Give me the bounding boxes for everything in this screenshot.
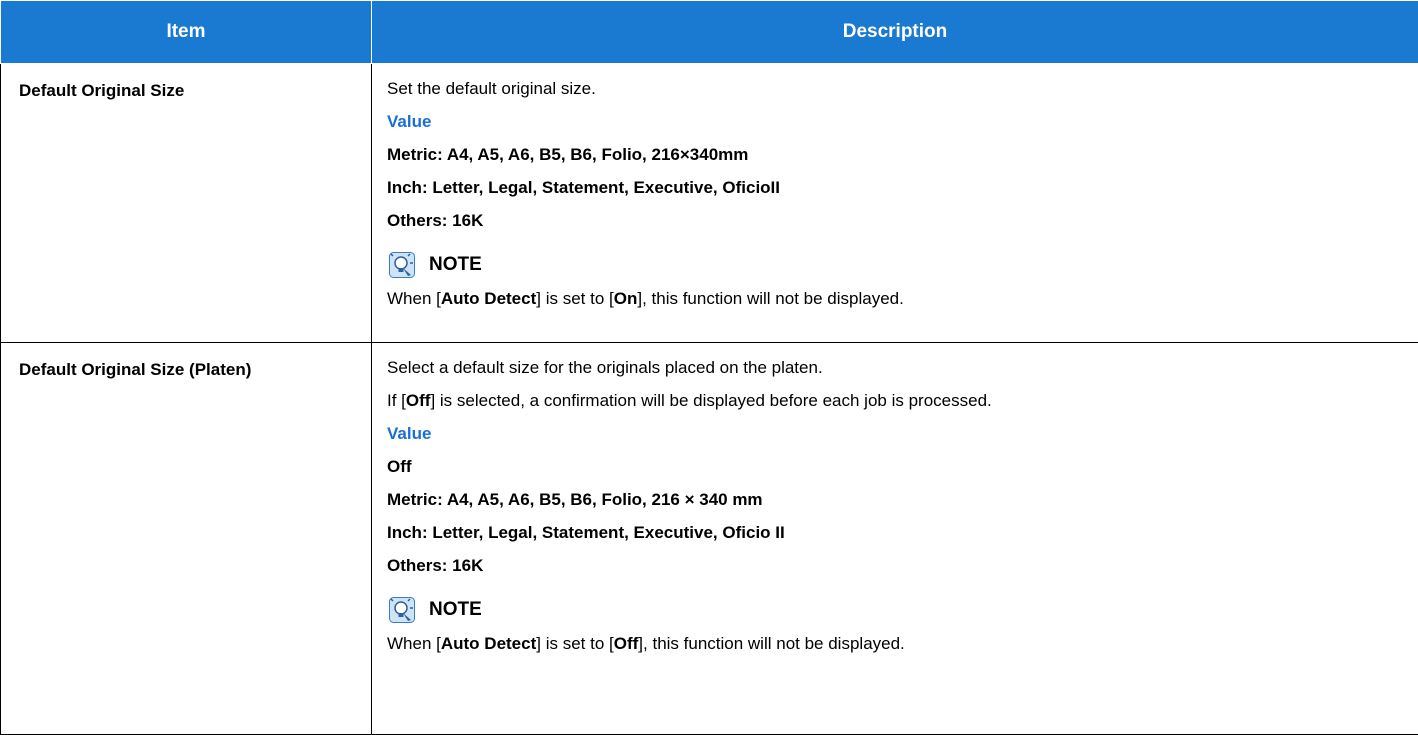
key-off: Off xyxy=(406,391,431,410)
note-text: When [Auto Detect] is set to [Off], this… xyxy=(387,633,1418,655)
column-header-description: Description xyxy=(372,1,1418,64)
note-text: When [Auto Detect] is set to [On], this … xyxy=(387,288,1418,310)
table-row: Default Original Size Set the default or… xyxy=(1,64,1418,343)
state-label: On xyxy=(614,289,638,308)
settings-document: Item Description Default Original Size S… xyxy=(0,0,1418,733)
lightbulb-note-icon xyxy=(389,597,415,623)
item-name: Default Original Size xyxy=(1,64,372,343)
value-option: Metric: A4, A5, A6, B5, B6, Folio, 216×3… xyxy=(387,144,1418,177)
settings-table: Item Description Default Original Size S… xyxy=(0,0,1418,735)
state-label: Off xyxy=(614,634,639,653)
column-header-item: Item xyxy=(1,1,372,64)
description-text: Set the default original size. xyxy=(387,78,1418,111)
table-row: Default Original Size (Platen) Select a … xyxy=(1,343,1418,735)
value-option: Others: 16K xyxy=(387,210,1418,243)
value-option: Metric: A4, A5, A6, B5, B6, Folio, 216 ×… xyxy=(387,489,1418,522)
note-header: NOTE xyxy=(387,591,1418,629)
value-option: Others: 16K xyxy=(387,555,1418,588)
value-option: Inch: Letter, Legal, Statement, Executiv… xyxy=(387,522,1418,555)
note-label: NOTE xyxy=(429,599,482,621)
value-heading: Value xyxy=(387,111,1418,144)
item-description: Set the default original size. Value Met… xyxy=(372,64,1418,343)
value-option: Inch: Letter, Legal, Statement, Executiv… xyxy=(387,177,1418,210)
description-text: If [Off] is selected, a confirmation wil… xyxy=(387,390,1418,423)
key-auto-detect: Auto Detect xyxy=(441,289,536,308)
item-description: Select a default size for the originals … xyxy=(372,343,1418,735)
description-text: Select a default size for the originals … xyxy=(387,357,1418,390)
note-header: NOTE xyxy=(387,246,1418,284)
value-option: Off xyxy=(387,456,1418,489)
value-heading: Value xyxy=(387,423,1418,456)
key-auto-detect: Auto Detect xyxy=(441,634,536,653)
lightbulb-note-icon xyxy=(389,252,415,278)
note-label: NOTE xyxy=(429,254,482,276)
table-header-row: Item Description xyxy=(1,1,1418,64)
item-name: Default Original Size (Platen) xyxy=(1,343,372,735)
